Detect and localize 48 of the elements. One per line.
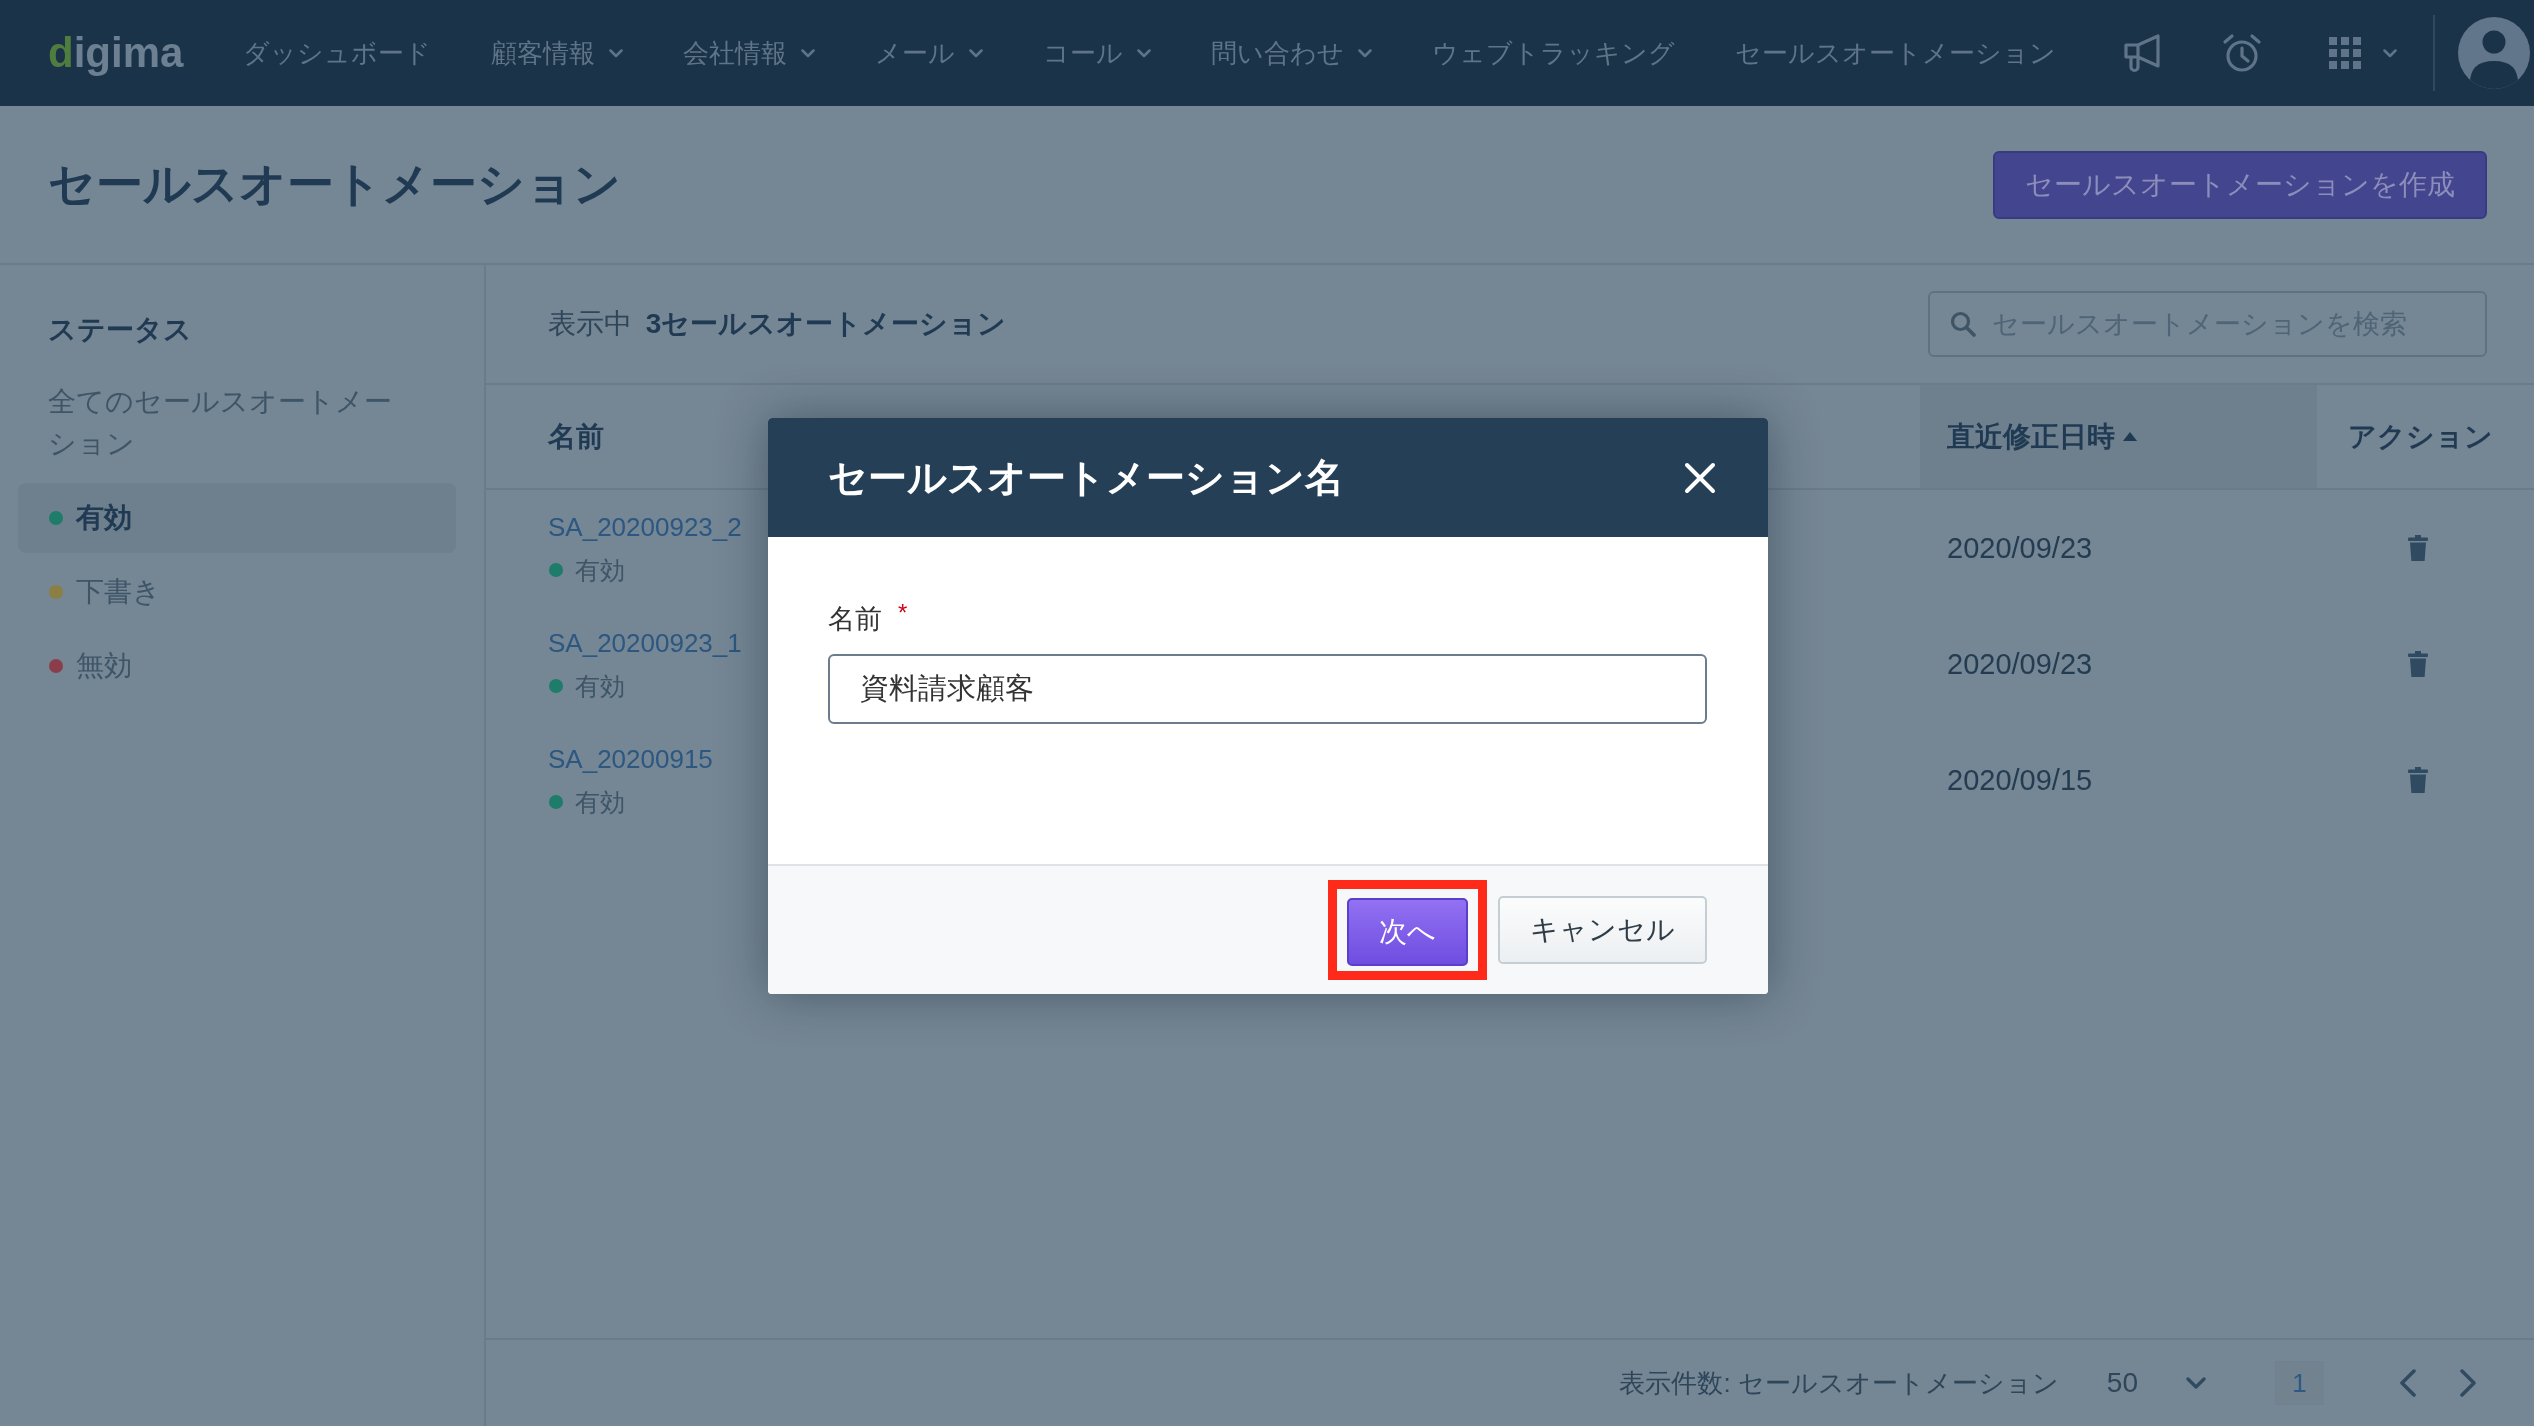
apps-grid-icon[interactable] — [2329, 37, 2361, 69]
sidebar-heading: ステータス — [47, 313, 192, 347]
status-label: 有効 — [575, 555, 625, 586]
status-label: 有効 — [575, 671, 625, 702]
logo[interactable]: digima — [48, 32, 184, 74]
sort-ascending-icon — [2123, 432, 2137, 441]
cancel-button[interactable]: キャンセル — [1498, 896, 1707, 964]
name-input[interactable]: 資料請求顧客 — [828, 654, 1707, 724]
required-mark: * — [898, 599, 908, 627]
status-filter-item[interactable]: 有効 — [18, 483, 456, 553]
previous-page-icon[interactable] — [2400, 1369, 2416, 1397]
modal-title: セールスオートメーション名 — [828, 454, 1344, 501]
alarm-clock-icon[interactable] — [2221, 32, 2263, 74]
nav-menu-item[interactable]: コール — [1043, 33, 1152, 73]
caret-icon — [2186, 1377, 2206, 1389]
automation-name-link[interactable]: SA_20200923_1 — [548, 626, 742, 660]
automation-name-link[interactable]: SA_20200915 — [548, 742, 713, 776]
column-header[interactable]: 直近修正日時 — [1920, 385, 2317, 488]
nav-menu-item[interactable]: メール — [875, 33, 984, 73]
nav-menu-item[interactable]: 会社情報 — [683, 33, 816, 73]
nav-menu-item[interactable]: 問い合わせ — [1211, 33, 1373, 73]
nav-menu-item[interactable]: ダッシュボード — [243, 33, 432, 73]
trash-icon[interactable] — [2408, 651, 2428, 677]
per-page-label: 表示件数: セールスオートメーション — [1619, 1366, 2059, 1400]
status-label: 有効 — [575, 787, 625, 818]
caret-icon[interactable] — [2383, 48, 2397, 58]
close-icon[interactable] — [1684, 461, 1716, 494]
date-cell: 2020/09/23 — [1947, 531, 2093, 565]
automation-name-link[interactable]: SA_20200923_2 — [548, 510, 742, 544]
column-header[interactable]: アクション — [2317, 385, 2534, 488]
next-button[interactable]: 次へ — [1347, 898, 1468, 966]
trash-icon[interactable] — [2408, 767, 2428, 793]
nav-menu-item[interactable]: ウェブトラッキング — [1432, 33, 1676, 73]
page-title: セールスオートメーション — [48, 156, 621, 213]
nav-menu-item[interactable]: セールスオートメーション — [1735, 33, 2057, 73]
per-page-select[interactable]: 50 — [2106, 1367, 2206, 1399]
create-button[interactable]: セールスオートメーションを作成 — [1993, 150, 2487, 219]
nav-menu-item[interactable]: 顧客情報 — [491, 33, 624, 73]
trash-icon[interactable] — [2408, 535, 2428, 561]
date-cell: 2020/09/15 — [1947, 763, 2093, 797]
date-cell: 2020/09/23 — [1947, 647, 2093, 681]
result-count-text: 表示中 3セールスオートメーション — [548, 307, 1007, 341]
avatar-icon[interactable] — [2458, 17, 2530, 89]
status-filter-item[interactable]: 無効 — [18, 631, 456, 701]
field-label: 名前 — [828, 603, 882, 636]
page-button[interactable]: 1 — [2275, 1361, 2324, 1405]
search-icon — [1950, 311, 1976, 337]
next-page-icon[interactable] — [2460, 1369, 2476, 1397]
